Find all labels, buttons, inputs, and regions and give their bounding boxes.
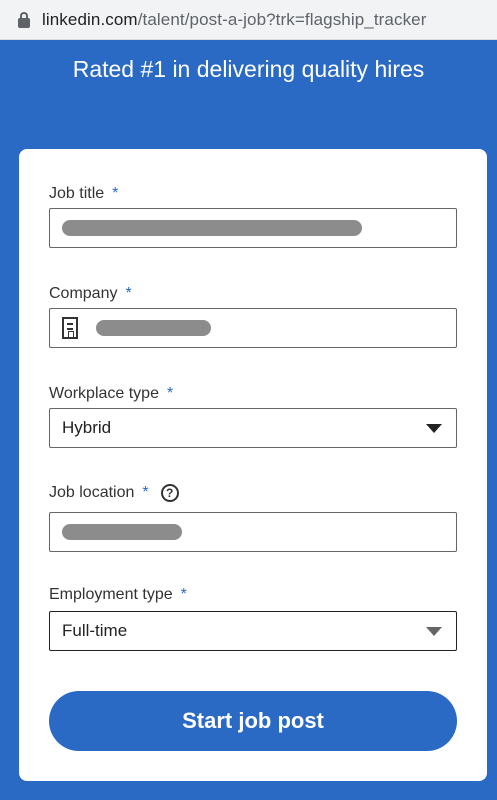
job-title-label: Job title * (49, 185, 118, 203)
start-job-post-button[interactable]: Start job post (49, 691, 457, 751)
required-marker: * (166, 385, 174, 402)
employment-type-label: Employment type * (49, 586, 187, 604)
employment-type-label-text: Employment type (49, 586, 173, 603)
redacted-value (62, 524, 182, 540)
lock-icon (18, 11, 30, 28)
company-label-text: Company (49, 285, 118, 302)
company-label: Company * (49, 285, 132, 303)
job-location-label: Job location * ? (49, 484, 179, 502)
required-marker: * (125, 285, 132, 302)
chevron-down-icon (426, 424, 442, 433)
workplace-type-select[interactable]: Hybrid (49, 408, 457, 448)
url-text: linkedin.com/talent/post-a-job?trk=flags… (42, 10, 427, 30)
employment-type-select[interactable]: Full-time (49, 611, 457, 651)
chevron-down-icon (426, 627, 442, 636)
redacted-value (62, 220, 362, 236)
url-domain: linkedin.com (42, 9, 138, 29)
workplace-type-label-text: Workplace type (49, 385, 159, 402)
required-marker: * (142, 484, 149, 501)
required-marker: * (112, 185, 119, 202)
building-icon (62, 317, 78, 339)
job-post-form-card: Job title * Company * Workplace type * H… (19, 149, 487, 781)
employment-type-value: Full-time (62, 621, 128, 640)
job-location-label-text: Job location (49, 484, 135, 501)
workplace-type-label: Workplace type * (49, 385, 173, 403)
job-title-label-text: Job title (49, 185, 105, 202)
page-headline: Rated #1 in delivering quality hires (72, 56, 425, 82)
workplace-type-value: Hybrid (62, 418, 112, 437)
redacted-value (96, 320, 211, 336)
required-marker: * (180, 586, 187, 603)
job-title-input[interactable] (49, 208, 457, 248)
browser-address-bar[interactable]: linkedin.com/talent/post-a-job?trk=flags… (0, 0, 497, 40)
url-path: /talent/post-a-job?trk=flagship_tracker (137, 9, 427, 29)
help-icon[interactable]: ? (160, 484, 179, 502)
job-location-input[interactable] (49, 512, 457, 552)
company-input[interactable] (49, 308, 457, 348)
